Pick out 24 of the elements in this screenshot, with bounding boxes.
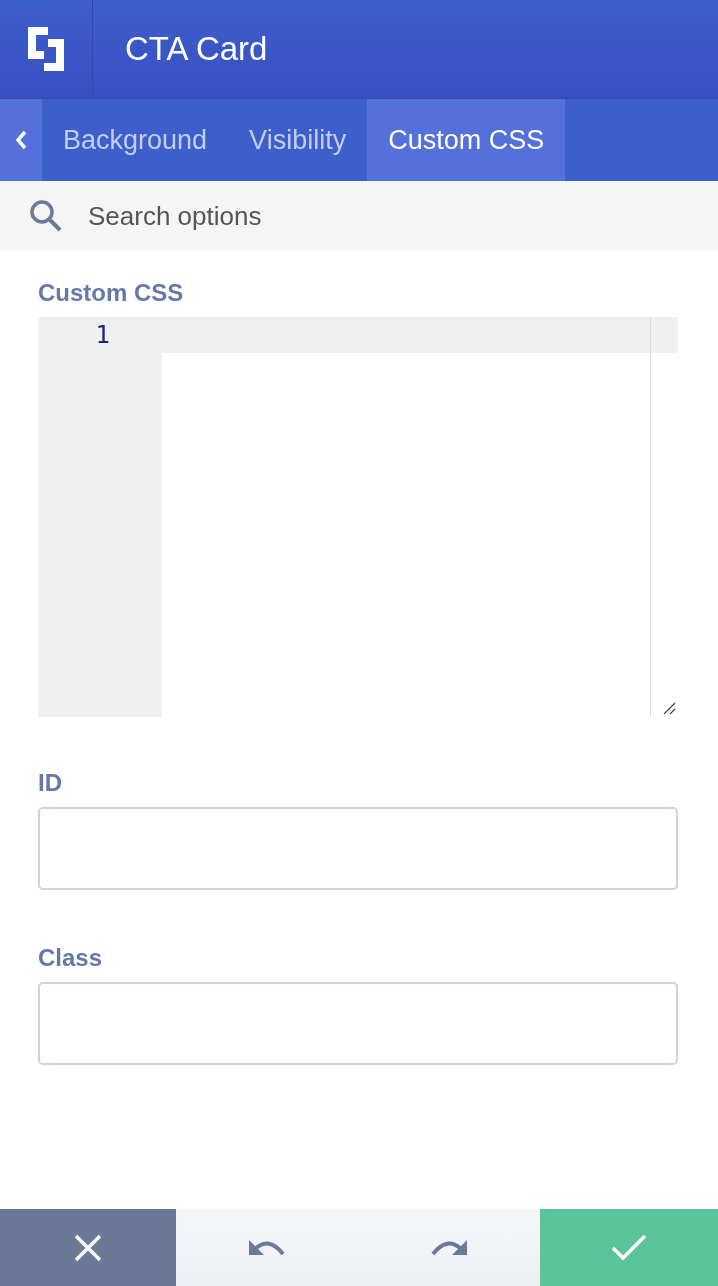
back-button[interactable] [0,99,42,181]
tab[interactable]: Custom CSS [367,99,566,181]
input-field[interactable] [38,807,678,890]
field-label: Custom CSS [38,279,185,307]
close-icon [74,1233,102,1262]
redo-button[interactable] [358,1209,540,1286]
logo-icon [26,25,66,73]
input-field[interactable] [38,982,678,1065]
line-number: 1 [95,320,110,351]
undo-button[interactable] [176,1209,358,1286]
tab[interactable]: Background [42,99,229,181]
field-label: Class [38,944,104,972]
panel-title: CTA Card [125,30,268,68]
tab[interactable]: Visibility [228,99,368,181]
checkmark-icon [611,1233,647,1262]
search-icon [28,198,64,234]
confirm-button[interactable] [540,1209,718,1286]
search-input[interactable]: Search options [86,199,718,233]
chevron-left-icon [14,129,28,151]
undo-icon [247,1237,287,1258]
cancel-button[interactable] [0,1209,176,1286]
field-label: ID [38,769,63,797]
resize-handle-icon[interactable] [662,701,676,715]
search-field[interactable]: Search options [0,181,718,251]
